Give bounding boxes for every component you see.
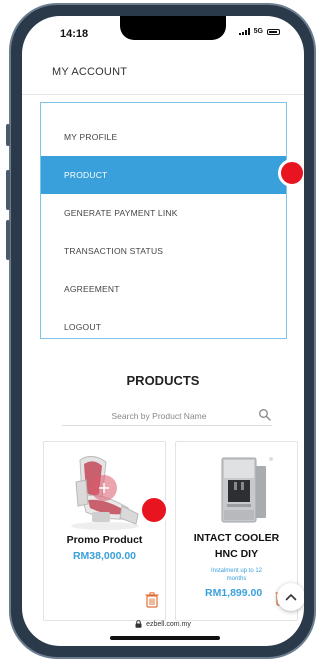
browser-url-bar[interactable]: ezbell.com.my — [22, 614, 304, 634]
highlight-marker — [139, 495, 169, 525]
menu-item-generate-payment-link[interactable]: GENERATE PAYMENT LINK — [41, 194, 286, 232]
search-icon[interactable] — [258, 408, 272, 422]
menu-item-product[interactable]: PRODUCT — [41, 156, 286, 194]
volume-button — [6, 124, 10, 146]
status-icons: 5G — [238, 28, 280, 35]
water-cooler-image — [221, 457, 273, 523]
menu-item-logout[interactable]: LOGOUT — [41, 308, 286, 346]
signal-icon — [238, 28, 250, 35]
products-heading: PRODUCTS — [126, 373, 200, 388]
menu-item-agreement[interactable]: AGREEMENT — [41, 270, 286, 308]
url-text: ezbell.com.my — [146, 620, 191, 628]
menu-item-my-profile[interactable]: MY PROFILE — [41, 118, 286, 156]
network-type: 5G — [253, 28, 263, 35]
search-input[interactable] — [62, 407, 242, 425]
battery-icon — [267, 28, 280, 35]
page-title: MY ACCOUNT — [52, 66, 128, 78]
status-time: 14:18 — [60, 28, 89, 40]
volume-button — [6, 170, 10, 210]
product-card-promo[interactable]: Promo Product RM38,000.00 — [43, 441, 166, 621]
header-divider — [22, 94, 304, 95]
lock-icon — [135, 620, 142, 628]
account-menu: MY PROFILE PRODUCT GENERATE PAYMENT LINK… — [40, 102, 287, 339]
volume-button — [6, 220, 10, 260]
chevron-up-icon — [285, 594, 297, 601]
notch — [120, 16, 226, 40]
screen: 14:18 5G MY ACCOUNT MY PROFILE PRODUCT G… — [22, 16, 304, 646]
product-name[interactable]: Promo Product — [44, 532, 165, 548]
highlight-marker — [278, 159, 304, 187]
home-indicator[interactable] — [110, 636, 220, 640]
product-name[interactable]: INTACT COOLER HNC DIY — [176, 530, 297, 562]
scroll-to-top-button[interactable] — [277, 583, 304, 611]
trash-icon[interactable] — [145, 592, 159, 608]
search-box — [62, 406, 272, 426]
installment-note: Instalment up to 12 months — [210, 568, 263, 582]
menu-item-transaction-status[interactable]: TRANSACTION STATUS — [41, 232, 286, 270]
massage-chair-image — [71, 456, 139, 530]
product-price: RM38,000.00 — [72, 550, 137, 562]
